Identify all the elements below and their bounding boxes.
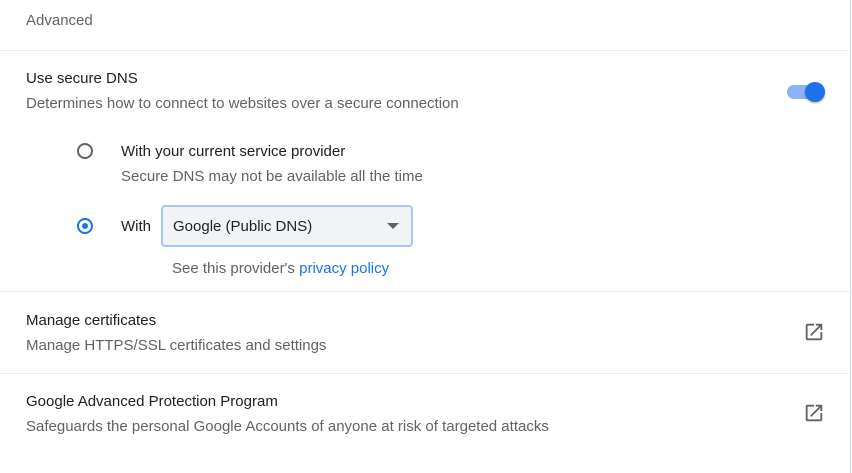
current-provider-description: Secure DNS may not be available all the … [121, 168, 423, 185]
open-in-new-icon[interactable] [803, 402, 825, 424]
radio-custom-provider[interactable] [77, 218, 93, 234]
privacy-policy-link[interactable]: privacy policy [299, 260, 389, 277]
dns-provider-select[interactable]: Google (Public DNS) [161, 205, 413, 247]
toggle-knob [805, 82, 825, 102]
divider [0, 373, 851, 374]
radio-current-provider[interactable] [77, 143, 93, 159]
settings-card: Advanced Use secure DNS Determines how t… [0, 0, 851, 473]
secure-dns-description: Determines how to connect to websites ov… [26, 95, 459, 112]
open-in-new-icon[interactable] [803, 321, 825, 343]
custom-provider-label: With [121, 218, 151, 235]
provider-note-text: See this provider's [172, 260, 295, 277]
advanced-protection-description: Safeguards the personal Google Accounts … [26, 418, 549, 435]
section-title: Advanced [26, 12, 93, 29]
manage-certificates-title: Manage certificates [26, 312, 157, 329]
secure-dns-toggle[interactable] [787, 80, 827, 104]
manage-certificates-description: Manage HTTPS/SSL certificates and settin… [26, 337, 327, 354]
secure-dns-title: Use secure DNS [26, 70, 138, 87]
chevron-down-icon [387, 223, 399, 229]
current-provider-label: With your current service provider [121, 143, 346, 160]
advanced-protection-title: Google Advanced Protection Program [26, 393, 278, 410]
dns-provider-value: Google (Public DNS) [173, 218, 313, 235]
provider-note: See this provider's privacy policy [172, 260, 389, 277]
divider [0, 291, 851, 292]
divider [0, 50, 851, 51]
